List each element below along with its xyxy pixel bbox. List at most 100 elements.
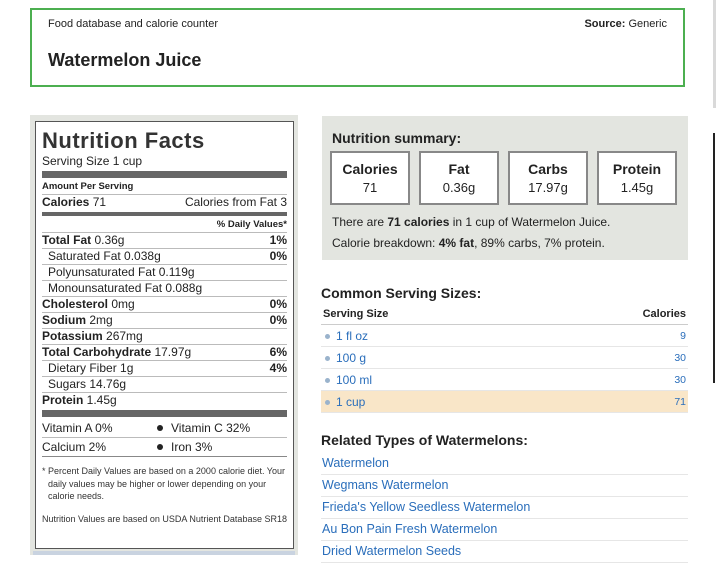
calories-value: 71 (92, 195, 107, 209)
bullet-icon (325, 399, 330, 405)
calcium: Calcium 2% (42, 440, 107, 454)
nutrient-daily-value: 0% (269, 249, 287, 263)
summary-calories-box: Calories 71 (330, 151, 410, 205)
sentence-bold: 71 calories (387, 215, 450, 229)
data-source-note: Nutrition Values are based on USDA Nutri… (42, 513, 287, 524)
related-food-link[interactable]: Dried Watermelon Seeds (321, 541, 688, 563)
serving-size-link[interactable]: 100 g (325, 351, 366, 365)
related-food-link[interactable]: Au Bon Pain Fresh Watermelon (321, 519, 688, 541)
serving-row[interactable]: 1 fl oz 9 (321, 325, 688, 347)
bullet-icon (325, 333, 330, 339)
nutrient-label: Polyunsaturated Fat 0.119g (42, 265, 195, 280)
summary-box-label: Carbs (528, 161, 568, 177)
nutrient-label: Dietary Fiber 1g (42, 361, 133, 376)
nutrient-name: Sugars (48, 377, 87, 391)
related-food-link[interactable]: Watermelon (321, 453, 688, 475)
nutrient-rows: Total Fat 0.36g 1% Saturated Fat 0.038g 0% P… (42, 232, 287, 408)
serving-size-link[interactable]: 1 fl oz (325, 329, 368, 343)
summary-fat-box: Fat 0.36g (419, 151, 499, 205)
nutrient-amount: 17.97g (151, 345, 192, 359)
nutrient-amount: 0mg (108, 297, 135, 311)
nutrient-row: Total Carbohydrate 17.97g 6% (42, 344, 287, 360)
vitamin-a: Vitamin A 0% (42, 421, 113, 435)
nutrition-facts-label: Nutrition Facts Serving Size 1 cup Amoun… (35, 121, 294, 549)
source-info: Source: Generic (584, 18, 667, 30)
nutrient-label: Sugars 14.76g (42, 377, 126, 392)
nutrient-daily-value: 4% (269, 361, 287, 375)
amount-per-serving: Amount Per Serving (42, 181, 134, 192)
serving-size-text[interactable]: 1 cup (336, 395, 365, 409)
nutrient-row: Total Fat 0.36g 1% (42, 232, 287, 248)
serving-sizes-heading: Common Serving Sizes: (321, 285, 482, 301)
nutrient-daily-value: 1% (269, 233, 287, 247)
serving-row[interactable]: 1 cup 71 (321, 391, 688, 413)
nutrient-row: Protein 1.45g (42, 392, 287, 408)
sentence-bold: 4% fat (438, 236, 475, 250)
nutrient-name: Total Fat (42, 233, 92, 247)
serving-calories[interactable]: 30 (674, 374, 686, 386)
summary-box-value: 17.97g (528, 180, 568, 195)
serving-size-link[interactable]: 100 ml (325, 373, 372, 387)
summary-protein-box: Protein 1.45g (597, 151, 677, 205)
nutrient-amount: 0.038g (120, 249, 161, 263)
divider-mid (42, 212, 287, 216)
source-value: Generic (628, 18, 667, 30)
divider-thin (42, 456, 287, 457)
nutrient-row: Cholesterol 0mg 0% (42, 296, 287, 312)
serving-row[interactable]: 100 ml 30 (321, 369, 688, 391)
serving-calories[interactable]: 30 (674, 352, 686, 364)
nutrient-amount: 0.36g (91, 233, 125, 247)
related-food-link[interactable]: Frieda's Yellow Seedless Watermelon (321, 497, 688, 519)
bullet-icon (325, 377, 330, 383)
nutrient-amount: 0.088g (162, 281, 203, 295)
vitamin-row: Vitamin A 0% Vitamin C 32% (42, 419, 287, 437)
nutrient-amount: 1.45g (83, 393, 117, 407)
related-food-link[interactable]: Wegmans Watermelon (321, 475, 688, 497)
divider-thick (42, 410, 287, 417)
nutrient-row: Sodium 2mg 0% (42, 312, 287, 328)
col-serving-size: Serving Size (323, 308, 389, 320)
nutrient-amount: 14.76g (86, 377, 127, 391)
source-label: Source: (584, 18, 626, 30)
serving-table-header: Serving Size Calories (321, 304, 688, 325)
serving-calories[interactable]: 9 (680, 330, 686, 342)
summary-box-value: 0.36g (442, 180, 476, 195)
nutrient-row: Sugars 14.76g (42, 376, 287, 392)
iron: Iron 3% (171, 440, 213, 454)
nutrient-name: Total Carbohydrate (42, 345, 152, 359)
sentence-text: in 1 cup of Watermelon Juice. (449, 215, 611, 229)
serving-size-link[interactable]: 1 cup (325, 395, 365, 409)
nutrient-row: Monounsaturated Fat 0.088g (42, 280, 287, 296)
nutrient-name: Saturated Fat (48, 249, 121, 263)
page-edge-line (713, 133, 715, 383)
nutrient-row: Saturated Fat 0.038g 0% (42, 248, 287, 264)
summary-box-label: Protein (612, 161, 662, 177)
nutrient-name: Potassium (42, 329, 103, 343)
vitamin-c: Vitamin C 32% (171, 421, 251, 435)
footnotes: * Percent Daily Values are based on a 20… (42, 465, 287, 525)
nutrient-label: Cholesterol 0mg (42, 297, 135, 312)
summary-calorie-sentence: There are 71 calories in 1 cup of Waterm… (332, 215, 610, 229)
breadcrumb[interactable]: Food database and calorie counter (48, 18, 218, 30)
bullet-icon (325, 355, 330, 361)
nutrient-label: Potassium 267mg (42, 329, 143, 344)
serving-size-text[interactable]: 100 g (336, 351, 366, 365)
summary-heading: Nutrition summary: (332, 130, 462, 146)
mineral-row: Calcium 2% Iron 3% (42, 437, 287, 456)
serving-row[interactable]: 100 g 30 (321, 347, 688, 369)
serving-size: Serving Size 1 cup (42, 154, 143, 168)
nutrient-daily-value: 0% (269, 313, 287, 327)
serving-size-text[interactable]: 1 fl oz (336, 329, 368, 343)
nutrient-label: Total Fat 0.36g (42, 233, 124, 248)
serving-calories[interactable]: 71 (674, 396, 686, 408)
nutrient-name: Sodium (42, 313, 86, 327)
sentence-text: Calorie breakdown: (332, 236, 439, 250)
related-heading: Related Types of Watermelons: (321, 432, 528, 448)
serving-size-text[interactable]: 100 ml (336, 373, 372, 387)
summary-box-label: Calories (342, 161, 398, 177)
nutrient-name: Cholesterol (42, 297, 109, 311)
bullet-icon (157, 425, 163, 432)
calories-row: Calories 71 Calories from Fat 3 (42, 194, 287, 210)
nutrient-amount: 1g (116, 361, 134, 375)
nutrient-name: Polyunsaturated Fat (48, 265, 156, 279)
